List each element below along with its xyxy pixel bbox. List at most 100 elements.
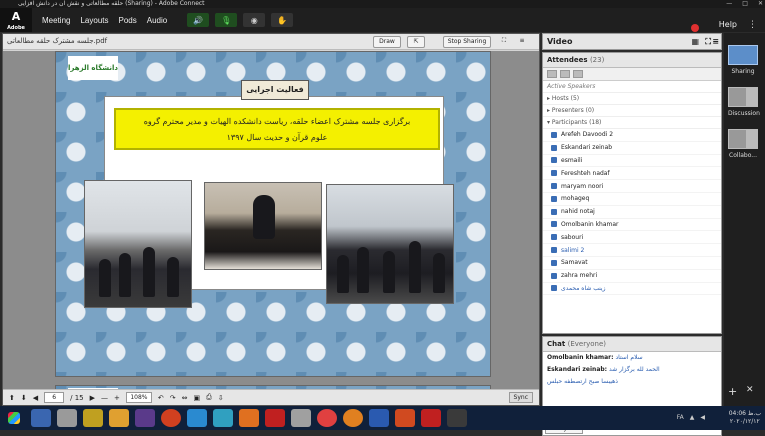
pointer-icon[interactable]: ⇱ xyxy=(407,36,425,48)
redo-icon[interactable]: ↷ xyxy=(170,394,176,402)
video-menu-icon[interactable]: ≡ xyxy=(712,37,719,46)
list-item[interactable]: Arefeh Davoodi 2 xyxy=(543,129,721,142)
attendees-header: Attendees (23) xyxy=(543,53,721,68)
chat-message: Omolbanin khamar: سلام استاد xyxy=(547,354,643,361)
list-item[interactable]: zahra mehri xyxy=(543,270,721,283)
acrobat-icon[interactable] xyxy=(421,409,441,427)
maximize-icon[interactable]: □ xyxy=(742,0,748,8)
volume-icon[interactable]: ◀ xyxy=(700,414,705,421)
window-title: حلقه مطالعاتی و نقش آن در دانش افزایی (S… xyxy=(18,0,205,7)
raise-hand-icon[interactable]: ✋ xyxy=(271,13,294,27)
undo-icon[interactable]: ↶ xyxy=(158,394,164,402)
taskbar-app-icon[interactable] xyxy=(31,409,51,427)
fit-width-icon[interactable]: ⇔ xyxy=(182,394,188,402)
powerpoint-icon[interactable] xyxy=(395,409,415,427)
document-toolbar: ⬆ ⬇ ◀ 6 / 15 ▶ — + 108% ↶ ↷ ⇔ ▣ ⎙ ⇩ Sync xyxy=(3,389,539,405)
chat-message: ذهیبسا صبح ارتصطفه حبلس xyxy=(547,378,618,385)
minimize-icon[interactable]: — xyxy=(726,0,732,8)
prev-page-icon[interactable]: ◀ xyxy=(33,394,38,402)
print-icon[interactable]: ⎙ xyxy=(206,393,212,402)
system-tray: FA ▲ ◀ xyxy=(677,414,705,421)
close-icon[interactable]: ✕ xyxy=(758,0,763,8)
video-fullscreen-icon[interactable]: ⛶ xyxy=(705,37,711,47)
user-icon xyxy=(551,259,557,266)
clock-date: ۲۰۲۰/۱۲/۱۲ xyxy=(729,418,760,425)
folder-icon[interactable] xyxy=(109,409,129,427)
taskbar-app-icon[interactable] xyxy=(187,409,207,427)
university-logo: دانشگاه الزهرا xyxy=(68,56,118,80)
user-icon xyxy=(551,183,557,190)
layout-collaboration[interactable]: Collabo... xyxy=(728,129,758,159)
list-item[interactable]: esmaili xyxy=(543,155,721,168)
arrow-down-icon[interactable]: ⬇ xyxy=(21,394,27,402)
list-item[interactable]: زینب شاه محمدی xyxy=(543,283,721,296)
slide-section-title: فعالیت اجرایی xyxy=(241,80,309,100)
list-item[interactable]: Eskandari zeinab xyxy=(543,142,721,155)
webcam-icon[interactable]: ◉ xyxy=(243,13,266,27)
list-view-icon[interactable] xyxy=(547,70,557,78)
fit-page-icon[interactable]: ▣ xyxy=(194,394,201,402)
next-page-icon[interactable]: ▶ xyxy=(90,394,95,402)
zoom-out-icon[interactable]: — xyxy=(101,394,108,402)
adobe-connect-icon[interactable] xyxy=(447,409,467,427)
download-icon[interactable]: ⇩ xyxy=(218,394,224,402)
stop-sharing-button[interactable]: Stop Sharing xyxy=(443,36,491,48)
collapse-icon[interactable]: ✕ xyxy=(746,385,754,395)
taskbar-app-icon[interactable] xyxy=(265,409,285,427)
document-viewer[interactable]: دانشگاه الزهرا فعالیت اجرایی برگزاری جلس… xyxy=(3,51,539,389)
fullscreen-icon[interactable]: ⛶ xyxy=(497,36,511,48)
language-indicator[interactable]: FA xyxy=(677,414,684,421)
participants-group[interactable]: ▾ Participants (18) xyxy=(543,117,721,129)
firefox-icon[interactable] xyxy=(343,409,363,427)
video-layout-icon[interactable]: ▦ xyxy=(691,37,699,46)
network-icon[interactable]: ▲ xyxy=(690,414,695,421)
menu-layouts[interactable]: Layouts xyxy=(80,16,108,25)
menu-pods[interactable]: Pods xyxy=(119,16,137,25)
list-item[interactable]: nahid notaj xyxy=(543,206,721,219)
word-icon[interactable] xyxy=(369,409,389,427)
user-icon xyxy=(551,208,557,215)
presenters-group[interactable]: ▸ Presenters (0) xyxy=(543,105,721,117)
list-item[interactable]: salimi 2 xyxy=(543,244,721,257)
pod-menu-icon[interactable]: ≡ xyxy=(515,36,529,48)
clock[interactable]: 04:06 ب.ظ ۲۰۲۰/۱۲/۱۲ xyxy=(729,410,761,426)
taskbar-app-icon[interactable] xyxy=(83,409,103,427)
speaker-icon[interactable]: 🔊 xyxy=(187,13,210,27)
menu-audio[interactable]: Audio xyxy=(147,16,167,25)
list-item[interactable]: sabouri xyxy=(543,231,721,245)
share-pod: جلسه مشترک حلقه مطالعاتی.pdf Draw ⇱ Stop… xyxy=(2,33,540,406)
layout-discussion[interactable]: Discussion xyxy=(728,87,760,117)
layout-thumb xyxy=(728,87,758,107)
more-options-icon[interactable]: ⋮ xyxy=(748,20,757,30)
list-item[interactable]: mohageq xyxy=(543,193,721,206)
taskbar-app-icon[interactable] xyxy=(57,409,77,427)
microphone-icon[interactable]: 🎙 xyxy=(215,13,238,27)
list-item[interactable]: Omolbanin khamar xyxy=(543,219,721,232)
active-speakers-label: Active Speakers xyxy=(543,81,721,93)
taskbar-app-icon[interactable] xyxy=(135,409,155,427)
list-item[interactable]: Samavat xyxy=(543,257,721,270)
zoom-in-icon[interactable]: + xyxy=(114,394,120,402)
layout-sharing[interactable]: Sharing xyxy=(728,45,758,75)
zoom-select[interactable]: 108% xyxy=(125,392,152,403)
menu-meeting[interactable]: Meeting xyxy=(42,16,70,25)
layout-thumb xyxy=(728,45,758,65)
chrome-icon[interactable] xyxy=(317,409,337,427)
arrow-up-icon[interactable]: ⬆ xyxy=(9,394,15,402)
start-button[interactable] xyxy=(0,406,28,430)
breakout-icon[interactable] xyxy=(573,70,583,78)
list-item[interactable]: Fereshteh nadaf xyxy=(543,167,721,181)
taskbar-app-icon[interactable] xyxy=(291,409,311,427)
grid-view-icon[interactable] xyxy=(560,70,570,78)
add-layout-icon[interactable]: + xyxy=(728,385,737,398)
sync-button[interactable]: Sync xyxy=(508,392,533,403)
vlc-icon[interactable] xyxy=(239,409,259,427)
page-number-input[interactable]: 6 xyxy=(44,392,65,403)
media-player-icon[interactable] xyxy=(161,409,181,427)
list-item[interactable]: maryam noori xyxy=(543,180,721,193)
help-menu[interactable]: Help xyxy=(719,20,737,29)
draw-button[interactable]: Draw xyxy=(373,36,401,48)
hosts-group[interactable]: ▸ Hosts (5) xyxy=(543,93,721,105)
record-indicator-icon[interactable] xyxy=(691,24,699,32)
taskbar-app-icon[interactable] xyxy=(213,409,233,427)
